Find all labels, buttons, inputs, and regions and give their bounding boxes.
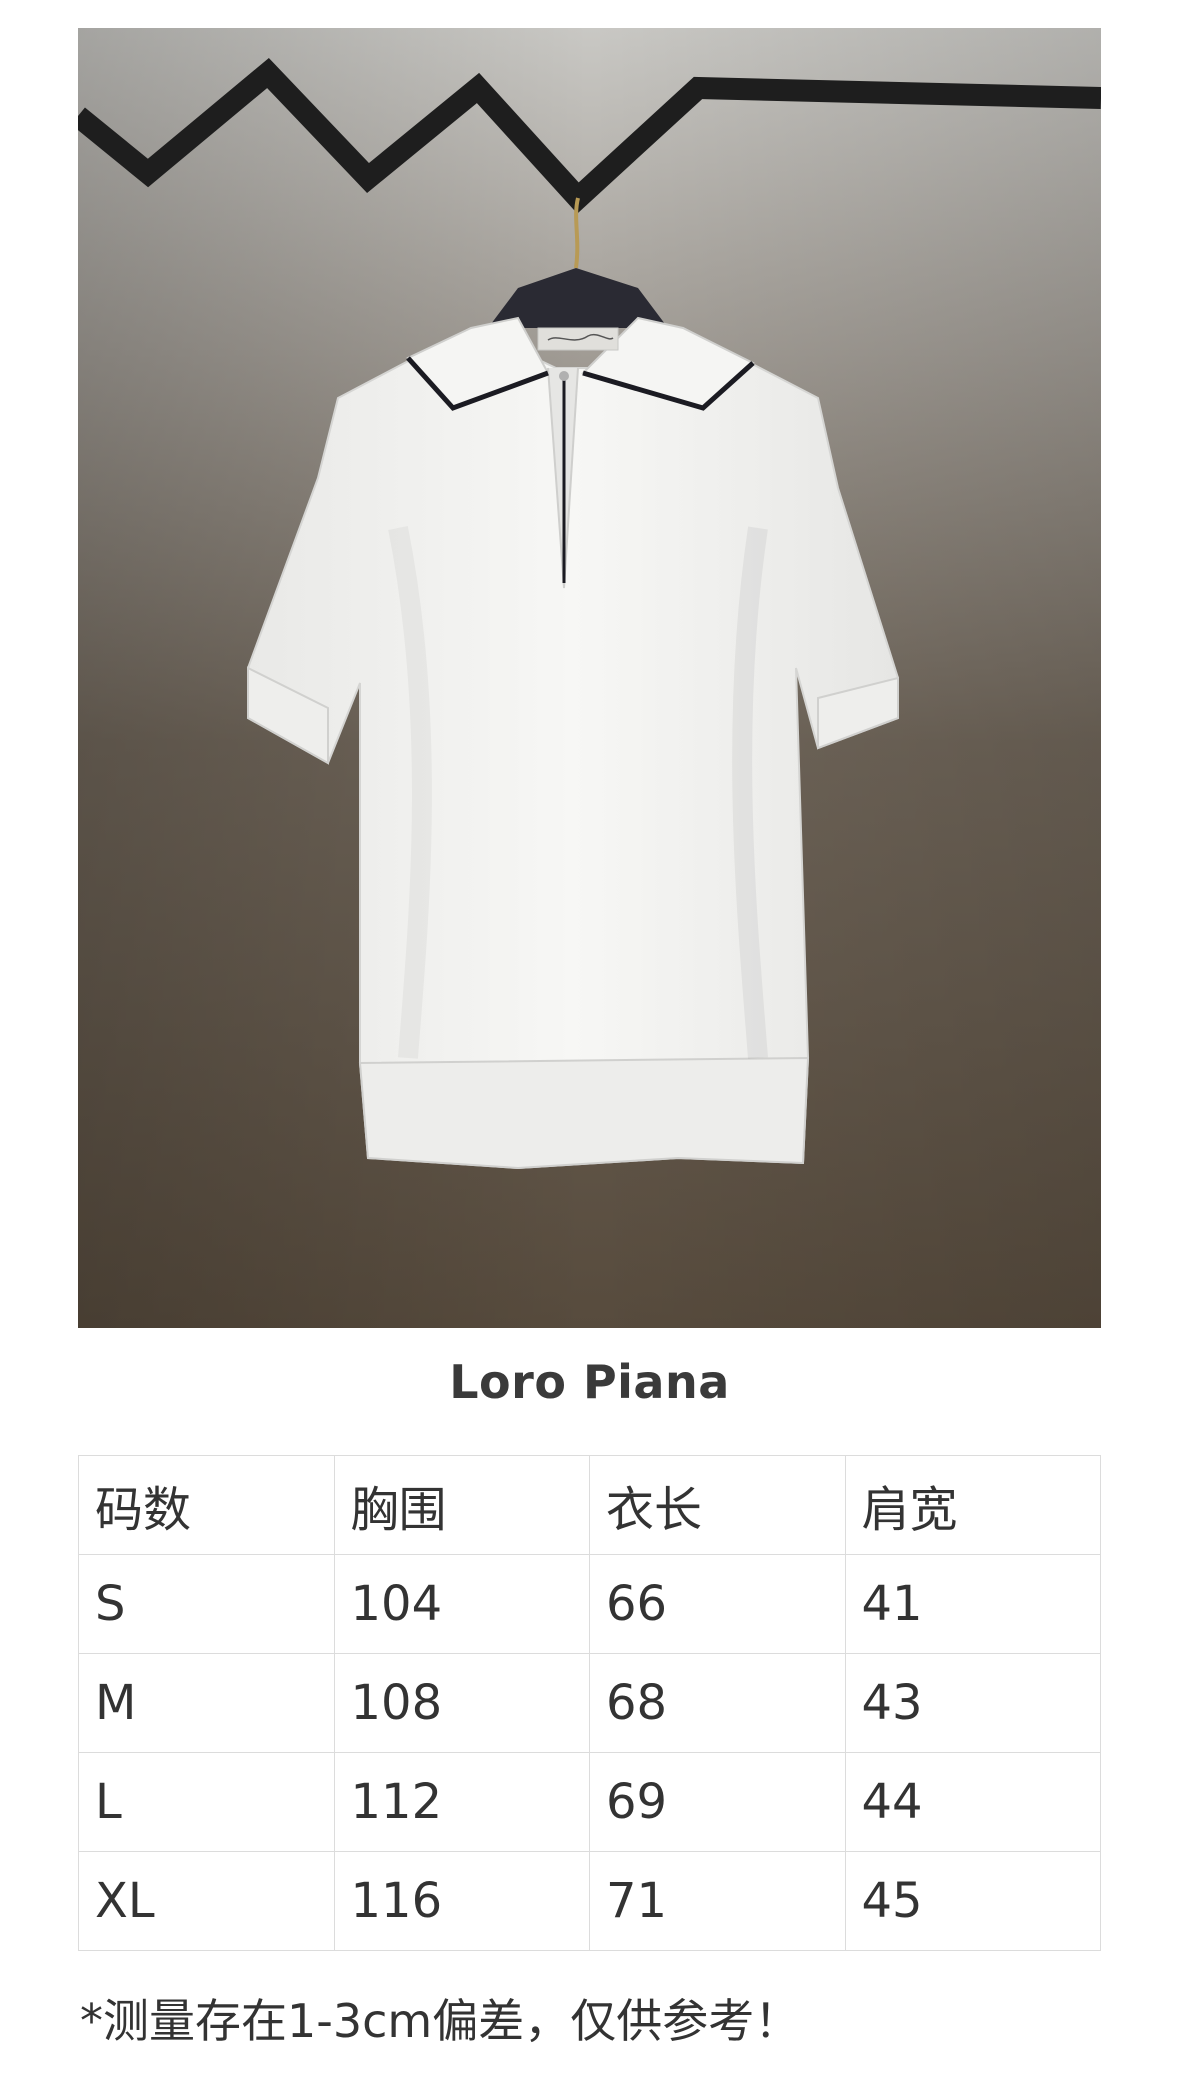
cell-size: L [78,1752,335,1852]
cell-chest: 112 [333,1752,590,1852]
cell-size: S [78,1554,335,1654]
cell-shoulder: 41 [844,1554,1101,1654]
table-row: S 104 66 41 [78,1554,1101,1654]
table-row: XL 116 71 45 [78,1851,1101,1951]
cell-length: 71 [589,1851,846,1951]
cell-shoulder: 45 [844,1851,1101,1951]
cell-size: M [78,1653,335,1753]
table-row: M 108 68 43 [78,1653,1101,1753]
header-chest: 胸围 [333,1455,590,1555]
cell-shoulder: 44 [844,1752,1101,1852]
header-size: 码数 [78,1455,335,1555]
header-shoulder: 肩宽 [844,1455,1101,1555]
measurement-note: *测量存在1-3cm偏差，仅供参考！ [80,1994,801,2048]
product-photo [78,28,1101,1328]
cell-length: 69 [589,1752,846,1852]
table-header-row: 码数 胸围 衣长 肩宽 [78,1455,1101,1555]
hanger-hook [574,197,580,269]
cell-shoulder: 43 [844,1653,1101,1753]
size-chart-table: 码数 胸围 衣长 肩宽 S 104 66 41 M 108 68 43 L 11… [78,1455,1101,1951]
table-row: L 112 69 44 [78,1752,1101,1852]
cell-chest: 104 [333,1554,590,1654]
cell-chest: 108 [333,1653,590,1753]
cell-chest: 116 [333,1851,590,1951]
cell-length: 66 [589,1554,846,1654]
cell-length: 68 [589,1653,846,1753]
brand-title: Loro Piana [449,1355,730,1409]
header-length: 衣长 [589,1455,846,1555]
cell-size: XL [78,1851,335,1951]
